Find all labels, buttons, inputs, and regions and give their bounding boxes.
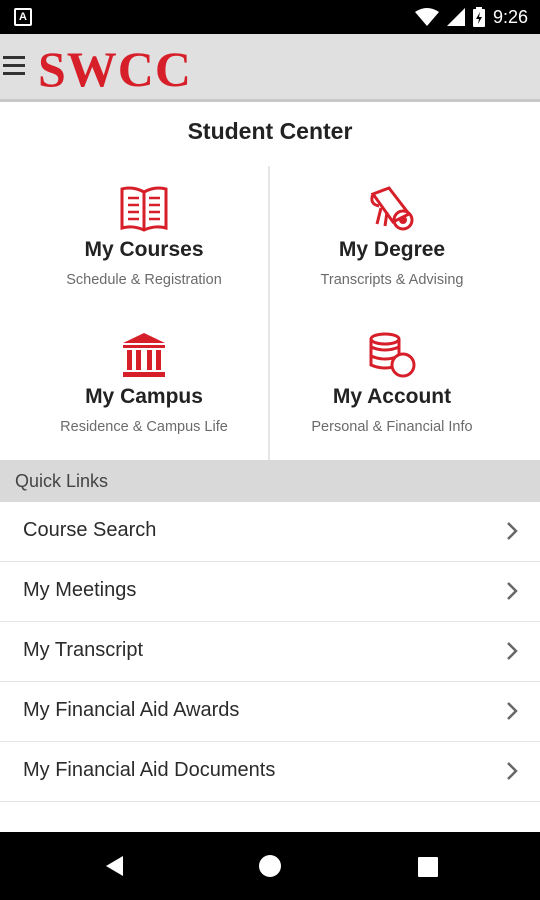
chevron-right-icon [507, 522, 518, 540]
app-bar: SWCC [0, 34, 540, 102]
chevron-right-icon [507, 762, 518, 780]
hamburger-menu-icon[interactable] [3, 56, 25, 78]
quick-link-my-meetings[interactable]: My Meetings [0, 562, 540, 622]
tile-my-account[interactable]: My Account Personal & Financial Info [258, 313, 526, 460]
signal-icon [446, 8, 465, 26]
tile-subtitle: Personal & Financial Info [311, 419, 473, 435]
chevron-right-icon [507, 582, 518, 600]
book-icon [10, 184, 278, 232]
tile-title: My Degree [338, 238, 446, 261]
chevron-right-icon [507, 642, 518, 660]
tile-my-campus[interactable]: My Campus Residence & Campus Life [10, 313, 278, 460]
status-time: 9:26 [492, 6, 528, 27]
tile-title: My Campus [85, 385, 203, 408]
page-title: Student Center [187, 118, 353, 144]
quick-links-title: Quick Links [15, 471, 109, 491]
notification-icon-label: A [19, 11, 27, 23]
tile-title: My Courses [84, 238, 204, 261]
tile-my-degree[interactable]: My Degree Transcripts & Advising [258, 166, 526, 313]
diploma-icon [258, 184, 526, 232]
tile-my-courses[interactable]: My Courses Schedule & Registration [10, 166, 278, 313]
quick-link-label: My Financial Aid Documents [23, 759, 276, 781]
tile-title: My Account [332, 385, 452, 408]
home-icon[interactable] [259, 855, 281, 877]
quick-links-list: Course Search My Meetings My Transcript … [0, 502, 540, 802]
back-icon[interactable] [103, 854, 127, 878]
tile-subtitle: Transcripts & Advising [320, 272, 464, 288]
recents-icon[interactable] [418, 857, 438, 877]
swcc-logo[interactable]: SWCC [38, 40, 192, 98]
quick-links-header: Quick Links [0, 460, 540, 502]
quick-link-label: Course Search [23, 519, 157, 541]
wifi-icon [414, 8, 439, 26]
coins-icon [258, 331, 526, 379]
status-bar: A 9:26 [0, 0, 540, 34]
tile-subtitle: Residence & Campus Life [60, 419, 228, 435]
quick-link-my-transcript[interactable]: My Transcript [0, 622, 540, 682]
status-icons: 9:26 [414, 6, 528, 28]
battery-icon [472, 7, 485, 27]
quick-link-course-search[interactable]: Course Search [0, 502, 540, 562]
system-nav-bar [0, 832, 540, 900]
chevron-right-icon [507, 702, 518, 720]
building-icon [10, 331, 278, 379]
notification-icon: A [14, 8, 32, 26]
student-center-grid: My Courses Schedule & Registration My De… [0, 166, 540, 460]
quick-link-financial-aid-awards[interactable]: My Financial Aid Awards [0, 682, 540, 742]
quick-link-label: My Meetings [23, 579, 137, 601]
quick-link-label: My Financial Aid Awards [23, 699, 240, 721]
quick-link-label: My Transcript [23, 639, 144, 661]
tile-subtitle: Schedule & Registration [66, 272, 222, 288]
quick-link-financial-aid-documents[interactable]: My Financial Aid Documents [0, 742, 540, 802]
